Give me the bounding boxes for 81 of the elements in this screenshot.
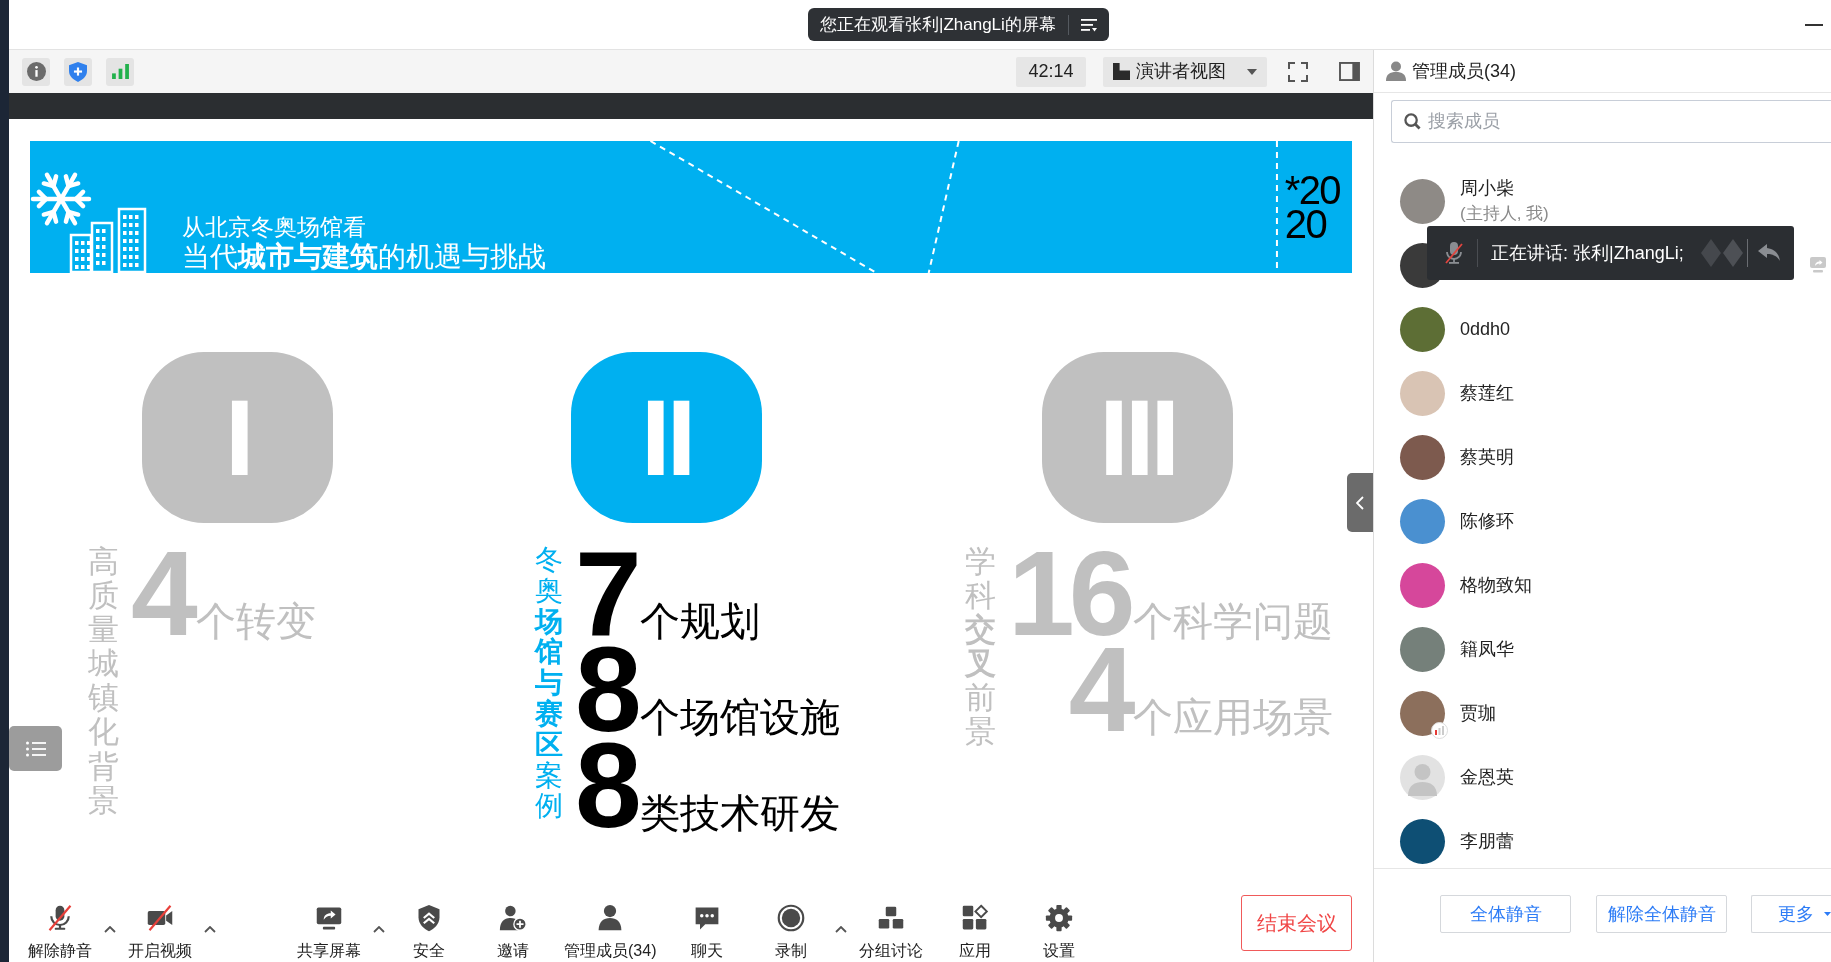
more-button[interactable]: 更多 — [1751, 895, 1831, 933]
side-caption: 冬奥场馆与赛区案例 — [535, 545, 563, 823]
stat-label: 个科学问题 — [1133, 601, 1334, 641]
view-menu[interactable]: 演讲者视图 — [1103, 56, 1267, 87]
apps-button[interactable]: 应用 — [933, 876, 1018, 962]
signal-bars-icon — [111, 64, 129, 79]
shield-icon — [69, 61, 87, 82]
layout-icon — [1113, 63, 1130, 80]
breakout-button[interactable]: 分组讨论 — [849, 876, 934, 962]
stat-label: 个场馆设施 — [639, 697, 840, 737]
stat-label: 个转变 — [195, 601, 316, 641]
collapse-button[interactable] — [1347, 473, 1373, 532]
chat-button[interactable]: 聊天 — [665, 876, 750, 962]
chevron-left-icon — [1356, 495, 1364, 510]
caret-down-icon — [1247, 68, 1257, 75]
member-name: 周小柴 — [1460, 177, 1515, 200]
meeting-timer: 42:14 — [1016, 56, 1086, 87]
stat-label: 类技术研发 — [639, 793, 840, 833]
invite-button[interactable]: 邀请 — [471, 876, 555, 962]
roman-numeral-tile: III — [1042, 352, 1233, 523]
member-name: 陈修环 — [1460, 510, 1514, 533]
stat-number: 7 — [575, 545, 636, 641]
record-button[interactable]: 录制 — [749, 876, 834, 962]
roman-numeral-tile: II — [571, 352, 762, 523]
panel-action-button[interactable]: 全体静音 — [1440, 895, 1571, 933]
slashed-microphone-icon — [1445, 242, 1463, 264]
member-name: 蔡英明 — [1460, 446, 1514, 469]
stat-number: 4 — [1068, 641, 1130, 737]
stat-number: 4 — [131, 545, 192, 641]
mic-button[interactable]: 解除静音 — [18, 876, 102, 962]
logo-text: *20 — [1284, 173, 1340, 207]
member-name: 贾珈 — [1460, 702, 1496, 725]
caret-up-icon[interactable] — [835, 926, 848, 933]
search-field[interactable]: 搜索成员 — [1391, 100, 1831, 143]
list-icon — [25, 740, 46, 757]
member-name: 籍凤华 — [1460, 638, 1514, 661]
participants-button[interactable]: 管理成员(34) — [555, 876, 666, 962]
info-icon — [26, 62, 46, 81]
fullscreen-icon — [1288, 61, 1308, 82]
minimize-icon[interactable] — [1805, 23, 1823, 26]
stat-number: 8 — [575, 737, 636, 833]
banner-title: 当代城市与建筑的机遇与挑战 — [182, 241, 546, 273]
banner-subtitle: 从北京冬奥场馆看 — [182, 213, 367, 241]
person-icon — [1386, 61, 1406, 81]
search-icon — [1404, 113, 1421, 130]
diamond-icon — [1701, 239, 1721, 267]
member-name: 金恩英 — [1460, 766, 1514, 789]
encryption-button[interactable] — [64, 57, 92, 86]
diamond-icon — [1723, 239, 1743, 267]
settings-button[interactable]: 设置 — [1017, 876, 1102, 962]
network-status-button[interactable] — [106, 57, 134, 86]
roman-numeral-tile: I — [142, 352, 333, 523]
stat-number: 8 — [575, 641, 636, 737]
stat-label: 个应用场景 — [1133, 697, 1334, 737]
side-caption: 学科交叉前景 — [965, 545, 996, 750]
undo-arrow-icon[interactable] — [1758, 244, 1780, 262]
menu-icon[interactable] — [1080, 17, 1097, 32]
member-name: 0ddh0 — [1460, 318, 1511, 341]
end-meeting-button[interactable]: 结束会议 — [1241, 895, 1352, 951]
banner-text: 您正在观看张利|ZhangLi的屏幕 — [819, 13, 1057, 36]
security-button[interactable]: 安全 — [387, 876, 471, 962]
share-button[interactable]: 共享屏幕 — [287, 876, 371, 962]
member-name: 格物致知 — [1460, 574, 1532, 597]
side-caption: 高质量城镇化背景 — [88, 545, 119, 818]
info-button[interactable] — [22, 57, 50, 86]
speaking-text: 正在讲话: 张利|ZhangLi; — [1491, 241, 1684, 265]
snowflake-icon — [30, 172, 92, 226]
member-name: 李朋蕾 — [1460, 830, 1514, 853]
caret-up-icon[interactable] — [204, 926, 216, 933]
video-button[interactable]: 开启视频 — [118, 876, 202, 962]
member-role: (主持人, 我) — [1460, 203, 1549, 225]
stat-label: 个规划 — [639, 601, 761, 641]
caret-down-icon — [1824, 911, 1831, 917]
caret-up-icon[interactable] — [373, 926, 385, 933]
stat-number: 16 — [1008, 545, 1130, 641]
panel-title: 管理成员(34) — [1412, 59, 1516, 83]
logo-text: 20 — [1284, 207, 1327, 241]
member-name: 蔡莲红 — [1460, 382, 1514, 405]
panel-action-button[interactable]: 解除全体静音 — [1596, 895, 1727, 933]
caret-up-icon[interactable] — [104, 926, 116, 933]
side-panel-icon — [1338, 62, 1360, 81]
